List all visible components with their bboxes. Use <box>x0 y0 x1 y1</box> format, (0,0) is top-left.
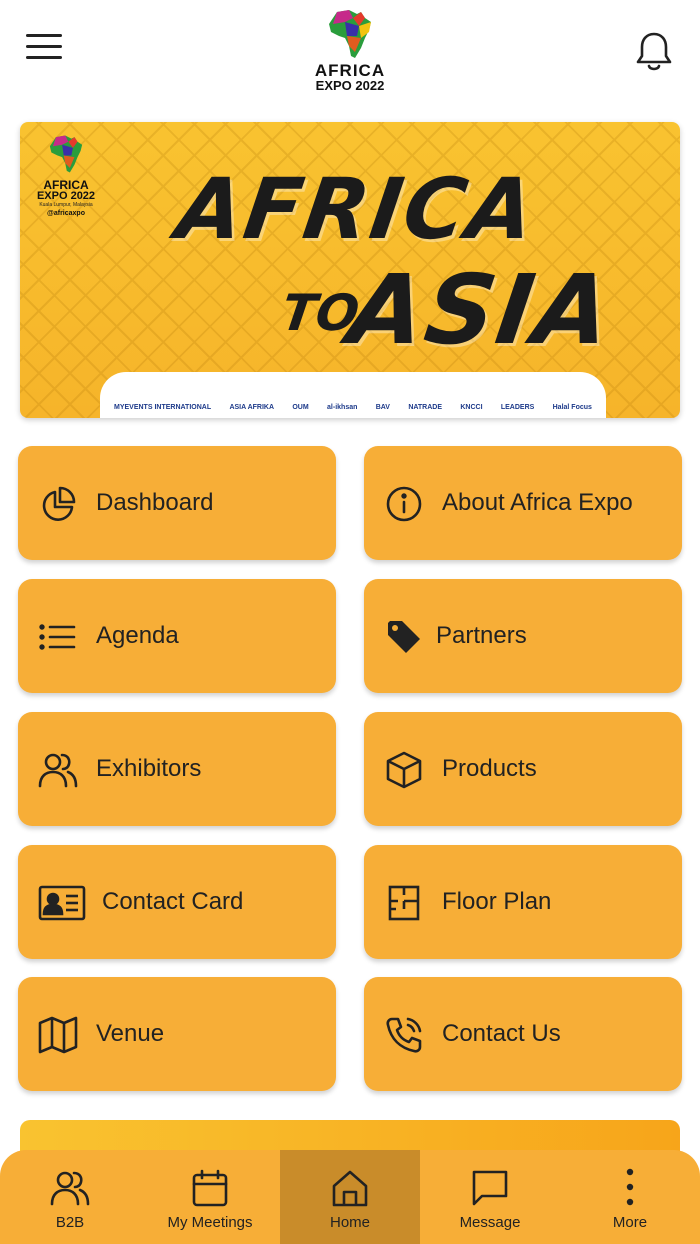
agenda-label: Agenda <box>96 622 179 649</box>
phone-icon <box>386 1017 422 1053</box>
banner-logo-social: @africaxpo <box>47 210 85 217</box>
contact-us-label: Contact Us <box>442 1020 561 1047</box>
exhibitors-button[interactable]: Exhibitors <box>18 712 336 826</box>
about-africa-expo-button[interactable]: About Africa Expo <box>364 446 682 560</box>
id-card-icon <box>38 885 86 921</box>
nav-message-label: Message <box>459 1214 521 1231</box>
africa-map-icon <box>329 10 371 58</box>
box-icon <box>386 751 422 789</box>
nav-b2b-label: B2B <box>55 1214 85 1231</box>
bell-icon[interactable] <box>634 28 674 74</box>
users-icon <box>50 1171 90 1206</box>
banner-logo: AFRICA EXPO 2022 Kuala Lumpur, Malaysia … <box>30 134 102 218</box>
africa-map-icon <box>49 135 83 173</box>
sponsor-logo: NATRADE <box>408 404 443 411</box>
dashboard-button[interactable]: Dashboard <box>18 446 336 560</box>
nav-my-meetings-label: My Meetings <box>167 1214 253 1231</box>
more-icon <box>626 1168 634 1206</box>
sponsor-strip: MYEVENTS INTERNATIONAL ASIA AFRIKA OUM a… <box>100 372 606 418</box>
banner-title-africa: AFRICA <box>171 160 542 258</box>
africa-expo-logo: AFRICA EXPO 2022 <box>300 8 400 98</box>
sponsor-logo: Halal Focus <box>552 404 592 411</box>
nav-message[interactable]: Message <box>420 1150 560 1244</box>
users-icon <box>38 753 78 788</box>
partners-button[interactable]: Partners <box>364 579 682 693</box>
floor-plan-icon <box>388 885 420 921</box>
banner-logo-location: Kuala Lumpur, Malaysia <box>39 202 93 208</box>
dashboard-label: Dashboard <box>96 489 214 516</box>
pie-chart-icon <box>42 486 76 521</box>
list-icon <box>39 624 76 650</box>
sponsor-logo: OUM <box>292 404 309 411</box>
info-icon <box>386 486 422 522</box>
home-icon <box>332 1170 368 1207</box>
floor-plan-label: Floor Plan <box>442 888 552 915</box>
contact-card-label: Contact Card <box>102 888 244 915</box>
contact-card-button[interactable]: Contact Card <box>18 845 336 959</box>
floor-plan-button[interactable]: Floor Plan <box>364 845 682 959</box>
venue-button[interactable]: Venue <box>18 977 336 1091</box>
hamburger-menu-icon[interactable] <box>26 34 66 66</box>
exhibitors-label: Exhibitors <box>96 755 202 782</box>
nav-b2b[interactable]: B2B <box>0 1150 140 1244</box>
sponsor-logo: ASIA AFRIKA <box>229 404 275 411</box>
sponsor-logo: MYEVENTS INTERNATIONAL <box>114 404 212 411</box>
nav-more[interactable]: More <box>560 1150 700 1244</box>
contact-us-button[interactable]: Contact Us <box>364 977 682 1091</box>
tag-icon <box>388 621 420 653</box>
banner-title-asia: ASIA <box>342 254 620 366</box>
calendar-icon <box>192 1169 228 1207</box>
africa-to-asia-banner[interactable]: AFRICA EXPO 2022 Kuala Lumpur, Malaysia … <box>20 122 680 418</box>
products-button[interactable]: Products <box>364 712 682 826</box>
nav-more-label: More <box>612 1214 648 1231</box>
logo-text-expo: EXPO 2022 <box>315 78 385 93</box>
sponsor-logo: KNCCI <box>460 404 483 411</box>
sponsor-logo: BAV <box>375 404 390 411</box>
banner-logo-expo: EXPO 2022 <box>36 190 96 202</box>
sponsor-logo: al-ikhsan <box>327 404 358 411</box>
nav-home-label: Home <box>329 1214 370 1231</box>
sponsor-logo: LEADERS <box>500 404 535 411</box>
app-header: AFRICA EXPO 2022 <box>0 0 700 110</box>
about-africa-expo-label: About Africa Expo <box>442 489 633 516</box>
map-icon <box>38 1016 78 1054</box>
agenda-button[interactable]: Agenda <box>18 579 336 693</box>
nav-my-meetings[interactable]: My Meetings <box>140 1150 280 1244</box>
products-label: Products <box>442 755 537 782</box>
venue-label: Venue <box>96 1020 165 1047</box>
message-icon <box>472 1170 508 1206</box>
bottom-navigation: B2B My Meetings Home Message More <box>0 1150 700 1244</box>
nav-home[interactable]: Home <box>280 1150 420 1244</box>
partners-label: Partners <box>436 622 527 649</box>
logo-text-africa: AFRICA <box>314 61 386 80</box>
